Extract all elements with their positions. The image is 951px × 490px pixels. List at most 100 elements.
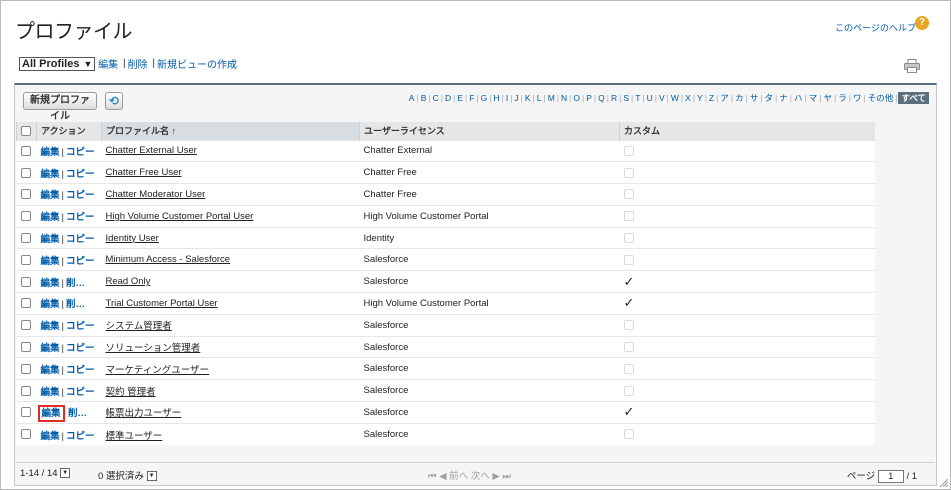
profile-name-link[interactable]: 契約 管理者 <box>106 387 156 398</box>
row-action-link[interactable]: コピー <box>66 212 95 223</box>
alphabet-filter-item[interactable]: C <box>432 93 440 103</box>
edit-link[interactable]: 編集 <box>37 405 65 423</box>
alphabet-filter-item[interactable]: X <box>684 93 692 103</box>
alphabet-filter-item[interactable]: R <box>610 93 618 103</box>
profile-name-link[interactable]: Identity User <box>106 233 159 244</box>
license-column-header[interactable]: ユーザーライセンス <box>359 122 620 140</box>
row-checkbox[interactable] <box>20 145 31 156</box>
edit-link[interactable]: 編集 <box>41 431 60 442</box>
alphabet-filter-item[interactable]: すべて <box>898 92 929 104</box>
profile-name-link[interactable]: ソリューション管理者 <box>106 343 201 354</box>
row-checkbox[interactable] <box>20 211 31 222</box>
profile-name-link[interactable]: Chatter Moderator User <box>106 189 206 200</box>
alphabet-filter-item[interactable]: ワ <box>852 93 863 103</box>
chevron-down-icon[interactable]: ▼ <box>60 468 71 479</box>
row-action-link[interactable]: コピー <box>66 190 95 201</box>
alphabet-filter-item[interactable]: ナ <box>778 93 789 103</box>
refresh-icon[interactable]: ⟲ <box>105 92 123 110</box>
row-action-link[interactable]: コピー <box>66 365 95 376</box>
row-checkbox[interactable] <box>20 254 31 265</box>
alphabet-filter-item[interactable]: O <box>572 93 581 103</box>
alphabet-filter-item[interactable]: L <box>536 93 543 103</box>
profile-name-link[interactable]: 帳票出力ユーザー <box>106 408 182 419</box>
edit-link[interactable]: 編集 <box>41 212 60 223</box>
row-checkbox[interactable] <box>20 363 31 374</box>
row-checkbox[interactable] <box>20 407 31 418</box>
help-icon[interactable]: ? <box>915 16 929 30</box>
new-profile-button[interactable]: 新規プロファイル <box>23 92 97 122</box>
printer-icon[interactable] <box>904 59 920 73</box>
row-action-link[interactable]: コピー <box>66 234 95 245</box>
edit-link[interactable]: 編集 <box>41 278 60 289</box>
alphabet-filter-item[interactable]: V <box>658 93 666 103</box>
edit-link[interactable]: 編集 <box>41 256 60 267</box>
edit-view-link[interactable]: 編集 <box>98 60 118 71</box>
row-checkbox[interactable] <box>20 298 31 309</box>
alphabet-filter-item[interactable]: Q <box>597 93 606 103</box>
row-checkbox[interactable] <box>20 167 31 178</box>
row-checkbox[interactable] <box>20 233 31 244</box>
row-checkbox[interactable] <box>20 320 31 331</box>
edit-link[interactable]: 編集 <box>41 169 60 180</box>
edit-link[interactable]: 編集 <box>41 147 60 158</box>
row-checkbox[interactable] <box>20 189 31 200</box>
edit-link[interactable]: 編集 <box>41 299 60 310</box>
edit-link[interactable]: 編集 <box>41 343 60 354</box>
row-checkbox[interactable] <box>20 385 31 396</box>
alphabet-filter-item[interactable]: M <box>547 93 556 103</box>
profile-name-link[interactable]: マーケティングユーザー <box>106 365 210 376</box>
profile-name-link[interactable]: Trial Customer Portal User <box>106 298 218 309</box>
profile-name-link[interactable]: Minimum Access - Salesforce <box>106 254 231 265</box>
alphabet-filter-item[interactable]: ハ <box>793 93 804 103</box>
alphabet-filter-item[interactable]: ラ <box>837 93 848 103</box>
alphabet-filter-item[interactable]: H <box>492 93 500 103</box>
alphabet-filter-item[interactable]: G <box>480 93 489 103</box>
alphabet-filter-item[interactable]: マ <box>808 93 819 103</box>
custom-column-header[interactable]: カスタム <box>619 122 875 140</box>
row-action-link[interactable]: コピー <box>66 321 95 332</box>
view-select[interactable]: All Profiles ▼ <box>19 56 96 71</box>
profile-name-link[interactable]: Chatter External User <box>106 145 197 156</box>
profile-name-link[interactable]: High Volume Customer Portal User <box>106 211 254 222</box>
help-link[interactable]: このページのヘルプ <box>835 21 916 34</box>
row-action-link[interactable]: 削… <box>68 408 87 419</box>
alphabet-filter-item[interactable]: W <box>670 93 680 103</box>
edit-link[interactable]: 編集 <box>41 234 60 245</box>
row-action-link[interactable]: コピー <box>66 387 95 398</box>
row-action-link[interactable]: コピー <box>66 343 95 354</box>
alphabet-filter-item[interactable]: E <box>456 93 464 103</box>
edit-link[interactable]: 編集 <box>41 321 60 332</box>
alphabet-filter-item[interactable]: カ <box>734 93 745 103</box>
alphabet-filter-item[interactable]: U <box>646 93 654 103</box>
row-checkbox[interactable] <box>20 342 31 353</box>
row-checkbox[interactable] <box>20 276 31 287</box>
resize-grip-icon[interactable] <box>940 479 948 487</box>
alphabet-filter-item[interactable]: ヤ <box>822 93 833 103</box>
row-action-link[interactable]: コピー <box>66 256 95 267</box>
alphabet-filter-item[interactable]: D <box>444 93 452 103</box>
alphabet-filter-item[interactable]: タ <box>764 93 775 103</box>
edit-link[interactable]: 編集 <box>41 365 60 376</box>
profile-name-link[interactable]: Chatter Free User <box>106 167 182 178</box>
row-checkbox[interactable] <box>20 429 31 440</box>
page-number-input[interactable]: 1 <box>877 469 904 483</box>
select-all-checkbox[interactable] <box>21 126 31 137</box>
alphabet-filter-item[interactable]: P <box>585 93 593 103</box>
alphabet-filter-item[interactable]: S <box>622 93 630 103</box>
profile-name-link[interactable]: 標準ユーザー <box>106 431 163 442</box>
row-action-link[interactable]: コピー <box>66 431 95 442</box>
alphabet-filter-item[interactable]: K <box>524 93 532 103</box>
chevron-down-icon[interactable]: ▼ <box>146 471 157 482</box>
edit-link[interactable]: 編集 <box>41 190 60 201</box>
row-action-link[interactable]: 削… <box>66 278 85 289</box>
select-all-header[interactable] <box>16 122 37 140</box>
alphabet-filter-item[interactable]: J <box>513 93 519 103</box>
alphabet-filter-item[interactable]: N <box>560 93 568 103</box>
row-action-link[interactable]: 削… <box>66 299 85 310</box>
alphabet-filter-item[interactable]: その他 <box>867 93 895 103</box>
row-action-link[interactable]: コピー <box>66 147 95 158</box>
name-column-header[interactable]: プロファイル名 ↑ <box>101 122 360 140</box>
row-action-link[interactable]: コピー <box>66 169 95 180</box>
new-view-link[interactable]: 新規ビューの作成 <box>157 60 237 71</box>
delete-view-link[interactable]: 削除 <box>128 60 148 71</box>
